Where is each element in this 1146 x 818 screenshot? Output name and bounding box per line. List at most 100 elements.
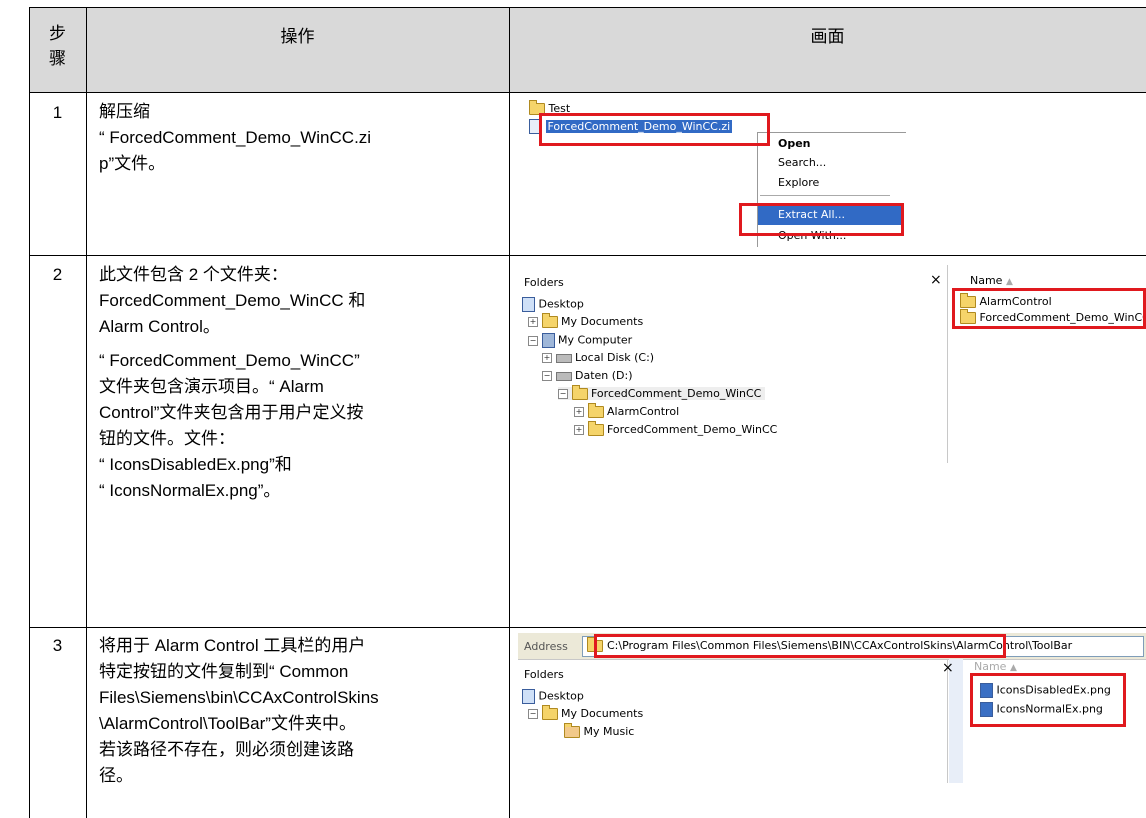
tree-item[interactable]: + Local Disk (C:) bbox=[542, 351, 654, 364]
tree-item[interactable]: + AlarmControl bbox=[574, 403, 680, 418]
tree-label: Desktop bbox=[538, 297, 584, 311]
tree-label: My Computer bbox=[558, 333, 633, 347]
screenshot-folder-tree: Folders × Name ▲ Desktop + My Documents … bbox=[518, 265, 1146, 463]
step-number: 1 bbox=[52, 103, 63, 122]
highlight-box bbox=[952, 288, 1146, 329]
tree-item[interactable]: Desktop bbox=[522, 297, 584, 312]
text-line: 解压缩 bbox=[99, 102, 150, 121]
rule bbox=[29, 92, 1146, 93]
text-line: 钮的文件。文件： bbox=[99, 429, 235, 448]
expand-icon[interactable]: + bbox=[542, 353, 552, 363]
rule bbox=[29, 7, 30, 818]
text-line: “ ForcedComment_Demo_WinCC” bbox=[99, 351, 360, 370]
tree-item[interactable]: + ForcedComment_Demo_WinCC bbox=[574, 421, 778, 436]
text-line: 特定按钮的文件复制到“ Common bbox=[99, 662, 349, 681]
tree-item[interactable]: − ForcedComment_Demo_WinCC bbox=[558, 385, 766, 400]
collapse-icon[interactable]: − bbox=[528, 709, 538, 719]
rule bbox=[29, 255, 1146, 256]
text-line: 径。 bbox=[99, 766, 133, 785]
menu-item-search[interactable]: Search... bbox=[778, 156, 826, 169]
collapse-icon[interactable]: − bbox=[558, 389, 568, 399]
tree-label: ForcedComment_Demo_WinCC bbox=[591, 387, 762, 400]
text-line: Files\Siemens\bin\CCAxControlSkins bbox=[99, 688, 379, 707]
folder-icon bbox=[587, 403, 604, 418]
screenshot-extract-menu: Test ForcedComment_Demo_WinCC.zi Open Se… bbox=[523, 99, 906, 247]
step-2-text: 此文件包含 2 个文件夹： ForcedComment_Demo_WinCC 和… bbox=[99, 262, 504, 504]
expand-icon[interactable]: + bbox=[574, 407, 584, 417]
column-header-label: Name bbox=[974, 660, 1007, 673]
tree-label: ForcedComment_Demo_WinCC bbox=[607, 423, 778, 436]
column-header-name[interactable]: Name ▲ bbox=[974, 660, 1017, 673]
collapse-icon[interactable]: − bbox=[542, 371, 552, 381]
folder-icon bbox=[541, 705, 558, 720]
sort-arrow-icon: ▲ bbox=[1009, 663, 1017, 673]
tree-item[interactable]: My Music bbox=[564, 723, 635, 738]
tree-item[interactable]: − My Computer bbox=[528, 333, 632, 348]
text-line: “ ForcedComment_Demo_WinCC.zi bbox=[99, 128, 372, 147]
highlight-box bbox=[739, 203, 904, 236]
menu-separator bbox=[760, 195, 890, 196]
pane-divider bbox=[947, 659, 948, 783]
text-line: “ IconsDisabledEx.png”和 bbox=[99, 455, 292, 474]
header-screen: 画面 bbox=[810, 27, 845, 46]
tree-label: My Documents bbox=[561, 707, 644, 720]
step-number: 2 bbox=[52, 265, 63, 284]
text-line: 此文件包含 2 个文件夹： bbox=[99, 265, 288, 284]
collapse-icon[interactable]: − bbox=[528, 335, 538, 346]
document-table: 步骤 操作 画面 1 2 3 解压缩 “ ForcedComment_Demo_… bbox=[0, 0, 1146, 818]
tree-item[interactable]: − Daten (D:) bbox=[542, 369, 633, 382]
highlight-box bbox=[970, 673, 1126, 727]
tree-item[interactable]: − My Documents bbox=[528, 705, 644, 720]
close-icon[interactable]: × bbox=[930, 272, 942, 288]
address-label: Address bbox=[524, 640, 568, 653]
tree-item[interactable]: + My Documents bbox=[528, 313, 644, 328]
tree-item[interactable]: Desktop bbox=[522, 689, 584, 704]
desktop-icon bbox=[522, 297, 535, 312]
tree-label: Desktop bbox=[538, 689, 584, 703]
text-line: 若该路径不存在，则必须创建该路 bbox=[99, 740, 354, 759]
column-header-name[interactable]: Name ▲ bbox=[970, 274, 1013, 287]
scrollbar[interactable] bbox=[949, 659, 963, 783]
menu-item-open[interactable]: Open bbox=[778, 137, 811, 150]
text-line: \AlarmControl\ToolBar”文件夹中。 bbox=[99, 714, 356, 733]
step-3-text: 将用于 Alarm Control 工具栏的用户 特定按钮的文件复制到“ Com… bbox=[99, 633, 504, 789]
expand-icon[interactable]: + bbox=[574, 425, 584, 435]
pane-divider bbox=[947, 265, 948, 463]
text-line: 文件夹包含演示项目。“ Alarm bbox=[99, 377, 324, 396]
screenshot-toolbar-folder: Address C:\Program Files\Common Files\Si… bbox=[518, 633, 1146, 783]
header-step: 步骤 bbox=[29, 21, 86, 71]
pane-title: Folders bbox=[524, 276, 564, 289]
computer-icon bbox=[541, 333, 555, 348]
menu-item-explore[interactable]: Explore bbox=[778, 176, 819, 189]
text-line: “ IconsNormalEx.png”。 bbox=[99, 481, 281, 500]
text-line: 将用于 Alarm Control 工具栏的用户 bbox=[99, 636, 366, 655]
column-header-label: Name bbox=[970, 274, 1003, 287]
pane-title: Folders bbox=[524, 668, 564, 681]
folder-icon bbox=[541, 313, 558, 328]
tree-label: AlarmControl bbox=[607, 405, 680, 418]
disk-icon bbox=[555, 353, 572, 363]
text-line: ForcedComment_Demo_WinCC 和 bbox=[99, 291, 366, 310]
rule bbox=[29, 627, 1146, 628]
rule bbox=[86, 7, 87, 818]
highlight-box bbox=[539, 113, 770, 146]
header-step-label: 步骤 bbox=[49, 24, 66, 68]
tree-label: Local Disk (C:) bbox=[575, 351, 655, 364]
desktop-icon bbox=[522, 689, 535, 704]
text-line: p”文件。 bbox=[99, 154, 166, 173]
highlight-box bbox=[594, 634, 1006, 658]
tree-label: My Music bbox=[583, 725, 635, 738]
close-icon[interactable]: × bbox=[942, 660, 954, 676]
sort-arrow-icon: ▲ bbox=[1005, 277, 1013, 287]
tree-label: Daten (D:) bbox=[575, 369, 633, 382]
expand-icon[interactable]: + bbox=[528, 317, 538, 327]
step-1-text: 解压缩 “ ForcedComment_Demo_WinCC.zi p”文件。 bbox=[99, 99, 504, 177]
tree-label: My Documents bbox=[561, 315, 644, 328]
header-operation: 操作 bbox=[280, 27, 315, 46]
folder-icon bbox=[571, 385, 588, 400]
table-header-row bbox=[29, 8, 1146, 93]
folder-icon bbox=[587, 421, 604, 436]
text-line: Control”文件夹包含用于用户定义按 bbox=[99, 403, 364, 422]
step-number: 3 bbox=[52, 636, 63, 655]
disk-icon bbox=[555, 371, 572, 381]
